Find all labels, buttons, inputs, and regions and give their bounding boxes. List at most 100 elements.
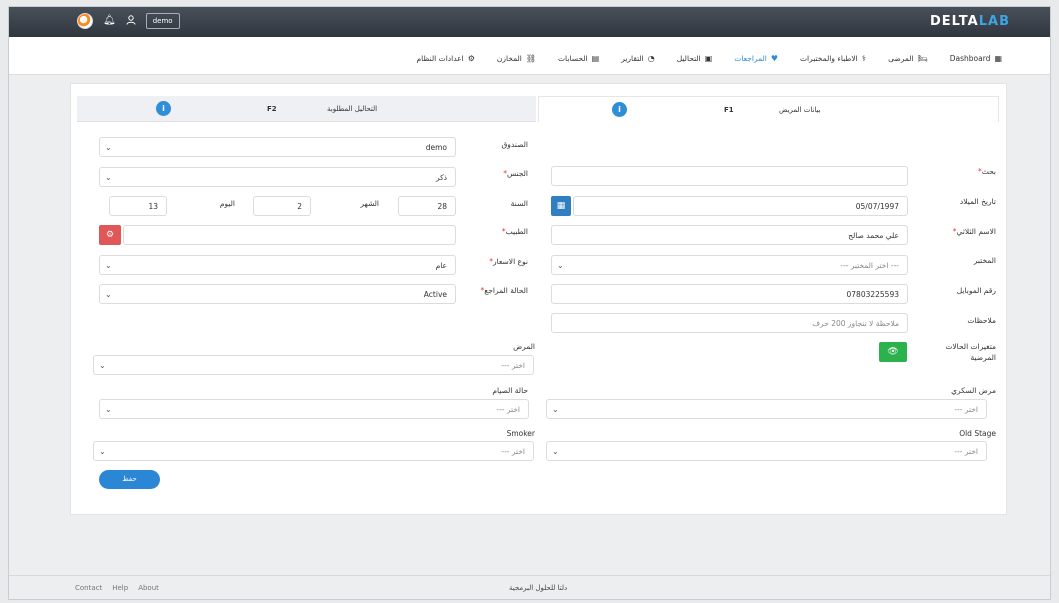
- birth-date-label: تاريخ الميلاد: [959, 197, 996, 206]
- tab-label: بيانات المريض: [779, 106, 821, 114]
- footer-link-help[interactable]: Help: [112, 584, 128, 592]
- brand-part-2: LAB: [978, 14, 1010, 29]
- chevron-down-icon: ⌄: [557, 261, 564, 270]
- search-input[interactable]: [551, 166, 908, 186]
- case-variables-label: متغيرات الحالات المرضية: [945, 341, 996, 363]
- bed-icon: 🛏: [917, 54, 928, 63]
- smoker-select[interactable]: ⌄ --- اختر: [93, 441, 534, 461]
- menu-item-label: المرضى: [888, 54, 914, 63]
- mobile-input[interactable]: 07803225593: [551, 284, 908, 304]
- price-type-label: *نوع الاسعار: [489, 257, 528, 266]
- notes-label: ملاحظات: [967, 316, 996, 325]
- menu-item-dashboard[interactable]: ▦ Dashboard: [950, 54, 1002, 63]
- disease-select[interactable]: ⌄ --- اختر: [93, 355, 534, 375]
- calendar-icon[interactable]: ▦: [551, 196, 571, 216]
- save-button[interactable]: حفظ: [99, 470, 160, 489]
- user-menu-button[interactable]: demo: [145, 13, 180, 29]
- briefcase-icon: ▣: [704, 54, 713, 63]
- search-label: *بحث: [977, 167, 996, 176]
- price-type-select-value: عام: [435, 260, 447, 270]
- footer-company: دلتا للحلول البرمجية: [509, 584, 568, 592]
- gear-icon: ⚙: [467, 54, 475, 63]
- menu-item-label: Dashboard: [949, 54, 991, 63]
- chevron-down-icon: ⌄: [105, 261, 112, 270]
- menu-item-label: المراجعات: [734, 54, 767, 63]
- tab-shortcut-key: F1: [724, 106, 734, 114]
- smoker-label: Smoker: [506, 429, 535, 438]
- gender-label: *الجنس: [503, 169, 528, 178]
- birth-date-input[interactable]: 05/07/1997: [573, 196, 908, 216]
- fasting-select-value: --- اختر: [496, 404, 520, 414]
- age-day-input[interactable]: 13: [109, 196, 167, 216]
- day-label: اليوم: [219, 199, 235, 208]
- chevron-down-icon: ⌄: [552, 447, 559, 456]
- old-stage-select[interactable]: ⌄ --- اختر: [546, 441, 987, 461]
- app-logo-icon[interactable]: [77, 13, 93, 29]
- notes-textarea[interactable]: ملاحظة لا تتجاوز 200 حرف: [551, 313, 908, 333]
- box-select[interactable]: ⌄ demo: [99, 137, 456, 157]
- menu-item-gear[interactable]: ⚙ اعدادات النظام: [417, 54, 475, 63]
- menu-item-label: المخازن: [496, 54, 522, 63]
- eye-slash-icon[interactable]: 👁︎: [879, 342, 907, 362]
- age-year-input[interactable]: 28: [398, 196, 456, 216]
- warehouse-icon: ⛓: [525, 54, 536, 63]
- menu-item-doctor[interactable]: ⚕ الاطباء والمختبرات: [800, 54, 866, 63]
- menu-item-label: التقارير: [621, 54, 644, 63]
- fasting-select[interactable]: ⌄ --- اختر: [99, 399, 529, 419]
- tab-shortcut-key: F2: [267, 105, 277, 113]
- disease-select-value: --- اختر: [501, 360, 525, 370]
- doctor-input[interactable]: [123, 225, 456, 245]
- bell-icon[interactable]: 🔔︎: [103, 16, 116, 26]
- gender-select-value: ذكر: [435, 172, 447, 182]
- visit-status-select[interactable]: ⌄ Active: [99, 284, 456, 304]
- accounts-icon: ▤: [591, 54, 600, 63]
- footer-link-about[interactable]: About: [138, 584, 159, 592]
- menu-item-accounts[interactable]: ▤ الحسابات: [558, 54, 599, 63]
- full-name-input[interactable]: علي محمد صالح: [551, 225, 908, 245]
- tab-label: التحاليل المطلوبة: [327, 105, 378, 113]
- menu-item-label: اعدادات النظام: [416, 54, 464, 63]
- chevron-down-icon: ⌄: [105, 405, 112, 414]
- user-icon[interactable]: [126, 14, 136, 28]
- smoker-select-value: --- اختر: [501, 446, 525, 456]
- main-menu-bar: ▦ Dashboard 🛏 المرضى ⚕ الاطباء والمختبرات ♥ الم…: [9, 37, 1050, 75]
- box-label: الصندوق: [501, 140, 528, 149]
- add-doctor-icon[interactable]: ⚙︎: [99, 225, 121, 245]
- brand-logo[interactable]: DELTALAB: [930, 14, 1010, 29]
- year-label: السنة: [510, 199, 528, 208]
- age-month-input[interactable]: 2: [253, 196, 311, 216]
- tab-required-tests[interactable]: i F2 التحاليل المطلوبة: [77, 96, 536, 122]
- menu-item-bed[interactable]: 🛏 المرضى: [888, 54, 928, 63]
- menu-item-heart[interactable]: ♥ المراجعات: [734, 54, 778, 63]
- diabetes-label: مرض السكري: [951, 386, 996, 395]
- tab-patient-data[interactable]: i F1 بيانات المريض: [538, 96, 999, 122]
- menu-item-warehouse[interactable]: ⛓ المخازن: [497, 54, 536, 63]
- footer-link-contact[interactable]: Contact: [75, 584, 102, 592]
- brand-part-1: DELTA: [930, 14, 979, 29]
- visit-status-select-value: Active: [423, 289, 447, 299]
- diabetes-select[interactable]: ⌄ --- اختر: [546, 399, 987, 419]
- chevron-down-icon: ⌄: [105, 173, 112, 182]
- doctor-label: *الطبيب: [501, 227, 528, 236]
- footer: Contact Help About دلتا للحلول البرمجية: [9, 575, 1050, 599]
- chevron-down-icon: ⌄: [99, 361, 106, 370]
- menu-item-briefcase[interactable]: ▣ التحاليل: [677, 54, 713, 63]
- app-window: 🔔︎ demo DELTALAB ▦ Dashboard 🛏 المرضى ⚕ الاطب…: [8, 6, 1051, 600]
- box-select-value: demo: [425, 142, 447, 152]
- month-label: الشهر: [360, 199, 379, 208]
- menu-item-label: الاطباء والمختبرات: [800, 54, 858, 63]
- old-stage-select-value: --- اختر: [954, 446, 978, 456]
- old-stage-label: Old Stage: [959, 429, 996, 438]
- mobile-label: رقم الموبايل: [956, 286, 996, 295]
- gender-select[interactable]: ⌄ ذكر: [99, 167, 456, 187]
- doctor-icon: ⚕: [861, 54, 867, 63]
- lab-select[interactable]: ⌄ --- اختر المختبر ---: [551, 255, 908, 275]
- top-navbar: 🔔︎ demo DELTALAB: [9, 7, 1050, 37]
- pie-chart-icon: ◔: [647, 54, 655, 63]
- info-icon: i: [612, 102, 627, 117]
- menu-item-pie-chart[interactable]: ◔ التقارير: [621, 54, 655, 63]
- case-variables-label-line: المرضية: [970, 353, 997, 362]
- fasting-label: حالة الصيام: [492, 386, 528, 395]
- price-type-select[interactable]: ⌄ عام: [99, 255, 456, 275]
- chevron-down-icon: ⌄: [99, 447, 106, 456]
